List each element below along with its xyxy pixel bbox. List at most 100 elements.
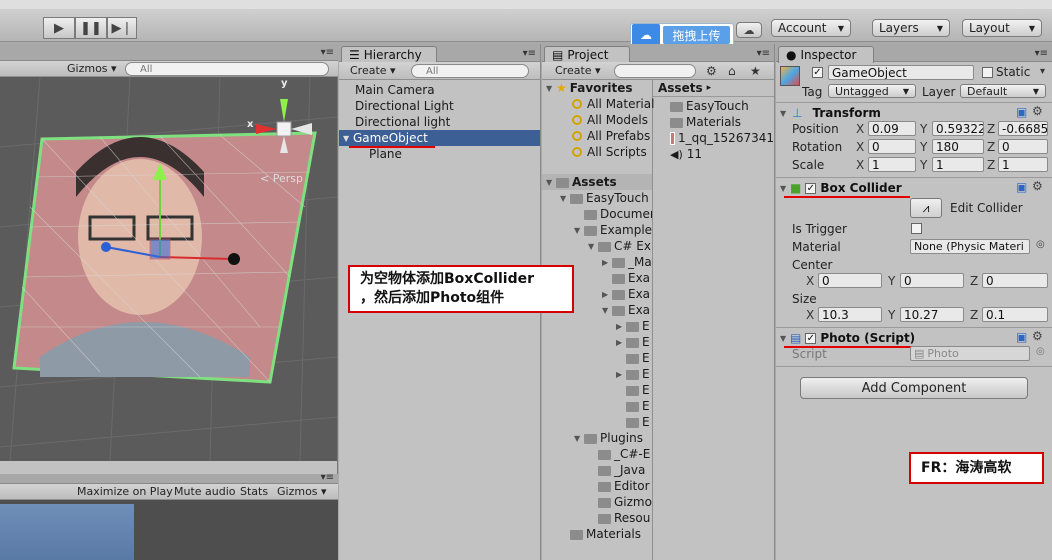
rotation-z-input[interactable]: 0 — [998, 139, 1048, 154]
pause-button[interactable]: ❚❚ — [75, 17, 107, 39]
tag-icon[interactable]: ⌂ — [728, 64, 736, 78]
scene-viewport[interactable]: y x < Persp — [0, 77, 337, 461]
help-book-icon[interactable]: ▣ — [1016, 105, 1027, 119]
active-checkbox[interactable]: ✓ — [812, 67, 823, 78]
gear-icon[interactable]: ⚙ — [1032, 179, 1043, 193]
hierarchy-item-gameobject[interactable]: ▼ GameObject — [339, 130, 540, 146]
tree-item[interactable]: Gizmo — [588, 494, 652, 510]
tree-item[interactable]: Resou — [588, 510, 650, 526]
scene-gizmo-center[interactable] — [276, 121, 292, 137]
box-collider-header[interactable]: ▼ ■ ✓ Box Collider — [780, 180, 902, 196]
game-gizmos-dropdown[interactable]: Gizmos ▾ — [277, 485, 327, 498]
tree-item[interactable]: _Java — [588, 462, 645, 478]
tree-item[interactable]: E — [616, 414, 650, 430]
move-z-handle[interactable] — [101, 242, 111, 252]
scale-y-input[interactable]: 1 — [932, 157, 984, 172]
position-y-input[interactable]: 0.59322 — [932, 121, 984, 136]
move-x-handle[interactable] — [228, 253, 240, 265]
tab-inspector[interactable]: ● Inspector — [778, 46, 874, 63]
hierarchy-item-directional-light-2[interactable]: Directional light — [355, 114, 535, 130]
layers-dropdown[interactable]: Layers ▼ — [872, 19, 950, 37]
gizmos-dropdown[interactable]: Gizmos ▾ — [67, 62, 117, 75]
gameobject-name-input[interactable]: GameObject — [828, 65, 974, 80]
persp-label[interactable]: < Persp — [260, 172, 303, 185]
transform-header[interactable]: ▼ ⊥ Transform — [780, 105, 881, 121]
cloud-button[interactable]: ☁ — [736, 22, 762, 38]
tree-item[interactable]: ▼ Example — [574, 222, 652, 238]
gear-icon[interactable]: ⚙ — [1032, 104, 1043, 118]
panel-menu-icon[interactable]: ▾≡ — [757, 48, 770, 59]
help-book-icon[interactable]: ▣ — [1016, 180, 1027, 194]
center-y-input[interactable]: 0 — [900, 273, 964, 288]
static-checkbox[interactable] — [982, 67, 993, 78]
size-z-input[interactable]: 0.1 — [982, 307, 1048, 322]
project-search-input[interactable] — [614, 64, 696, 78]
scene-search-input[interactable]: All — [125, 62, 329, 76]
center-z-input[interactable]: 0 — [982, 273, 1048, 288]
scale-x-input[interactable]: 1 — [868, 157, 916, 172]
favorite-all-materials[interactable]: All Material — [572, 96, 654, 112]
photo-script-header[interactable]: ▼ ▤ ✓ Photo (Script) — [780, 330, 915, 346]
help-book-icon[interactable]: ▣ — [1016, 330, 1027, 344]
maximize-on-play-toggle[interactable]: Maximize on Play — [77, 485, 173, 498]
material-field[interactable]: None (Physic Materi — [910, 239, 1030, 254]
favorite-all-prefabs[interactable]: All Prefabs — [572, 128, 650, 144]
asset-item[interactable]: Materials — [670, 114, 741, 130]
tree-item[interactable]: Documen — [574, 206, 652, 222]
tree-item[interactable]: ▶ Exa — [602, 286, 650, 302]
scale-z-input[interactable]: 1 — [998, 157, 1048, 172]
size-y-input[interactable]: 10.27 — [900, 307, 964, 322]
rotation-y-input[interactable]: 180 — [932, 139, 984, 154]
object-picker-icon[interactable]: ◎ — [1036, 239, 1045, 250]
position-x-input[interactable]: 0.09 — [868, 121, 916, 136]
hierarchy-search-input[interactable]: All — [411, 64, 529, 78]
hierarchy-item-plane[interactable]: Plane — [369, 146, 529, 162]
mute-audio-toggle[interactable]: Mute audio — [174, 485, 236, 498]
tree-item[interactable]: ▶ E — [616, 366, 650, 382]
gear-icon[interactable]: ⚙ — [1032, 329, 1043, 343]
play-button[interactable]: ▶ — [43, 17, 75, 39]
tree-item[interactable]: E — [616, 350, 650, 366]
star-icon[interactable]: ★ — [750, 64, 761, 78]
tree-item[interactable]: E — [616, 382, 650, 398]
tab-hierarchy[interactable]: ☰ Hierarchy — [341, 46, 437, 63]
asset-item[interactable]: ◀) 11 — [670, 146, 702, 162]
static-dropdown[interactable]: ▾ — [1040, 66, 1045, 77]
tab-project[interactable]: ▤ Project — [544, 46, 630, 63]
panel-menu-icon[interactable]: ▾≡ — [523, 48, 536, 59]
tree-item[interactable]: _C#-E — [588, 446, 650, 462]
asset-item[interactable]: 1_qq_15267341 — [670, 130, 774, 146]
tree-item[interactable]: ▶ E — [616, 318, 650, 334]
step-button[interactable]: ▶❘ — [107, 17, 137, 39]
photo-script-checkbox[interactable]: ✓ — [805, 332, 817, 344]
edit-collider-button[interactable]: ⩘ — [910, 198, 942, 218]
assets-breadcrumb[interactable]: Assets ▸ — [658, 80, 711, 96]
position-z-input[interactable]: -0.6685 — [998, 121, 1048, 136]
tree-item[interactable]: Editor — [588, 478, 650, 494]
asset-item[interactable]: EasyTouch — [670, 98, 749, 114]
box-collider-checkbox[interactable]: ✓ — [805, 182, 817, 194]
panel-menu-icon[interactable]: ▾≡ — [1035, 48, 1048, 59]
tree-item[interactable]: ▶ _Ma — [602, 254, 652, 270]
tree-item[interactable]: Exa — [602, 270, 650, 286]
layer-dropdown[interactable]: Default ▼ — [960, 84, 1046, 98]
panel-menu-icon[interactable]: ▾≡ — [321, 47, 334, 58]
tree-item[interactable]: ▼ EasyTouch — [560, 190, 649, 206]
move-plane-handle[interactable] — [149, 238, 171, 260]
stats-toggle[interactable]: Stats — [240, 485, 268, 498]
project-create-button[interactable]: Create ▾ — [555, 64, 601, 77]
tree-item[interactable]: E — [616, 398, 650, 414]
tag-dropdown[interactable]: Untagged ▼ — [828, 84, 916, 98]
account-dropdown[interactable]: Account ▼ — [771, 19, 851, 37]
favorite-all-scripts[interactable]: All Scripts — [572, 144, 647, 160]
add-component-button[interactable]: Add Component — [800, 377, 1028, 399]
is-trigger-checkbox[interactable] — [911, 223, 922, 234]
panel-menu-icon[interactable]: ▾≡ — [321, 472, 334, 483]
hierarchy-create-button[interactable]: Create ▾ — [350, 64, 396, 77]
tree-item[interactable]: ▼ Exa — [602, 302, 650, 318]
scene-gizmo-y[interactable] — [280, 99, 288, 122]
tree-item[interactable]: ▶ E — [616, 334, 650, 350]
filter-type-icon[interactable]: ⚙ — [706, 64, 717, 78]
game-viewport[interactable] — [0, 504, 134, 560]
favorites-header[interactable]: ▼ ★ Favorites — [546, 80, 632, 96]
